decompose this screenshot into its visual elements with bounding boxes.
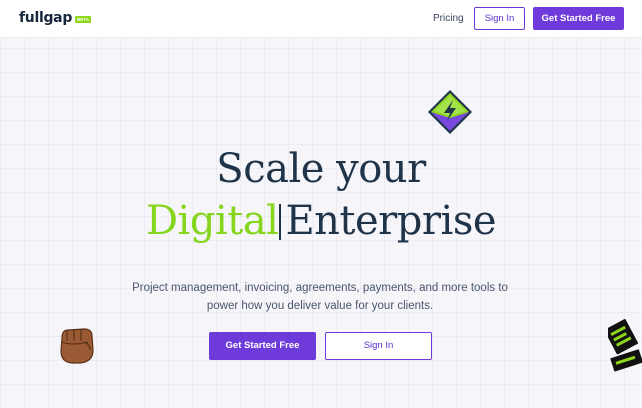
hero-sign-in-button[interactable]: Sign In <box>325 332 432 360</box>
hero-subtitle: Project management, invoicing, agreement… <box>110 279 530 315</box>
brand-name: fullgap <box>19 10 73 26</box>
hero-heading-rest: Enterprise <box>285 198 497 244</box>
hero-subtitle-line2: power how you deliver value for your cli… <box>206 300 434 312</box>
brand-logo[interactable]: fullgap BETA <box>19 10 91 26</box>
sticker-icon <box>608 319 642 372</box>
typing-caret <box>279 204 282 240</box>
nav-get-started-button[interactable]: Get Started Free <box>533 7 624 30</box>
top-navbar: fullgap BETA Pricing Sign In Get Started… <box>0 0 642 38</box>
hero-accent-word: Digital <box>145 198 279 244</box>
nav-sign-in-button[interactable]: Sign In <box>474 7 525 30</box>
hero-get-started-button[interactable]: Get Started Free <box>209 332 316 360</box>
pricing-link[interactable]: Pricing <box>433 13 464 24</box>
hero-heading-line1: Scale your <box>216 146 426 192</box>
lightning-diamond-icon <box>428 90 472 134</box>
raised-fist-icon <box>60 328 94 364</box>
hero-subtitle-line1: Project management, invoicing, agreement… <box>132 282 508 294</box>
hero-heading-line2: Digital Enterprise <box>0 195 642 247</box>
beta-badge: BETA <box>75 15 91 23</box>
